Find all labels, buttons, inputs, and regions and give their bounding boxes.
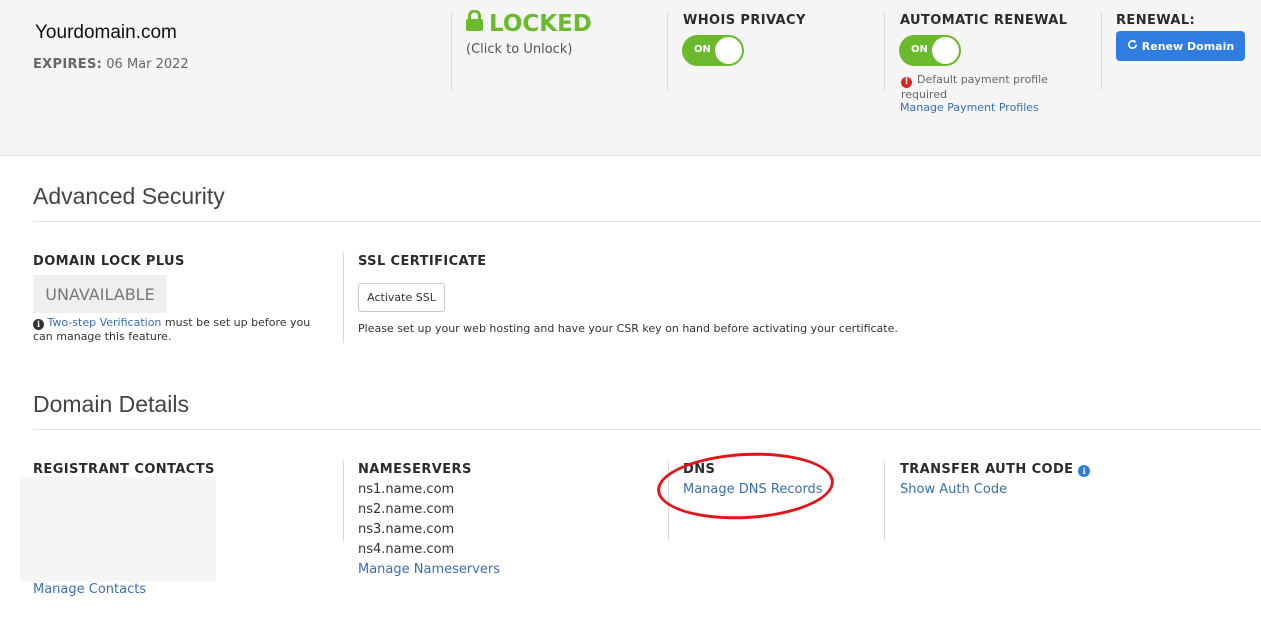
toggle-label: ON xyxy=(694,44,711,55)
refresh-icon xyxy=(1127,39,1138,53)
domain-lock-toggle[interactable]: LOCKED xyxy=(466,9,592,37)
renew-domain-button[interactable]: Renew Domain xyxy=(1116,31,1245,61)
section-rule xyxy=(33,221,1261,222)
domain-details-title: Domain Details xyxy=(33,391,189,417)
manage-nameservers-link[interactable]: Manage Nameservers xyxy=(358,562,500,577)
payment-warning-text: Default payment profile required xyxy=(901,73,1048,101)
nameserver-item: ns3.name.com xyxy=(358,522,455,537)
expiry-info: EXPIRES: 06 Mar 2022 xyxy=(33,57,189,72)
domain-header: Yourdomain.com EXPIRES: 06 Mar 2022 LOCK… xyxy=(0,0,1261,156)
toggle-knob xyxy=(932,37,959,64)
info-icon: i xyxy=(33,319,44,330)
expires-label: EXPIRES: xyxy=(33,57,103,72)
domain-name: Yourdomain.com xyxy=(35,22,177,43)
divider xyxy=(884,12,885,90)
whois-privacy-toggle[interactable]: ON xyxy=(682,35,744,66)
divider xyxy=(343,461,344,541)
section-rule xyxy=(33,429,1261,430)
advanced-security-title: Advanced Security xyxy=(33,183,225,209)
lock-icon xyxy=(466,9,483,37)
show-auth-code-link[interactable]: Show Auth Code xyxy=(900,482,1007,497)
divider xyxy=(667,12,668,90)
manage-payment-profiles-link[interactable]: Manage Payment Profiles xyxy=(900,101,1039,114)
dns-heading: DNS xyxy=(683,462,716,477)
toggle-label: ON xyxy=(911,44,928,55)
renewal-heading: RENEWAL: xyxy=(1116,13,1196,28)
auto-renewal-heading: AUTOMATIC RENEWAL xyxy=(900,13,1068,28)
lock-hint: (Click to Unlock) xyxy=(466,42,573,57)
divider xyxy=(884,461,885,541)
two-step-verification-link[interactable]: Two-step Verification xyxy=(48,316,162,329)
registrant-contacts-heading: REGISTRANT CONTACTS xyxy=(33,462,215,477)
lock-status: LOCKED xyxy=(489,10,592,37)
transfer-auth-code-heading: TRANSFER AUTH CODE i xyxy=(900,462,1091,477)
error-icon: ! xyxy=(901,77,912,88)
divider xyxy=(1101,12,1102,90)
info-icon[interactable]: i xyxy=(1078,465,1091,477)
ssl-certificate-heading: SSL CERTIFICATE xyxy=(358,254,487,269)
transfer-auth-code-title: TRANSFER AUTH CODE xyxy=(900,462,1074,477)
divider xyxy=(668,461,669,541)
activate-ssl-button[interactable]: Activate SSL xyxy=(358,283,445,312)
expires-date: 06 Mar 2022 xyxy=(106,57,189,72)
divider xyxy=(451,12,452,90)
manage-contacts-link[interactable]: Manage Contacts xyxy=(33,582,146,597)
payment-warning: ! Default payment profile required xyxy=(901,73,1061,102)
renew-domain-label: Renew Domain xyxy=(1141,39,1235,53)
domain-lock-plus-status: UNAVAILABLE xyxy=(33,275,167,313)
whois-privacy-heading: WHOIS PRIVACY xyxy=(683,13,806,28)
domain-lock-plus-heading: DOMAIN LOCK PLUS xyxy=(33,254,185,269)
nameservers-heading: NAMESERVERS xyxy=(358,462,472,477)
nameserver-item: ns2.name.com xyxy=(358,502,455,517)
domain-lock-plus-note: i Two-step Verification must be set up b… xyxy=(33,316,333,344)
registrant-contact-card xyxy=(20,477,216,582)
toggle-knob xyxy=(715,37,742,64)
auto-renewal-toggle[interactable]: ON xyxy=(899,35,961,66)
ssl-note: Please set up your web hosting and have … xyxy=(358,322,898,335)
manage-dns-records-link[interactable]: Manage DNS Records xyxy=(683,482,823,497)
divider xyxy=(343,253,344,343)
nameserver-item: ns1.name.com xyxy=(358,482,455,497)
nameserver-item: ns4.name.com xyxy=(358,542,455,557)
